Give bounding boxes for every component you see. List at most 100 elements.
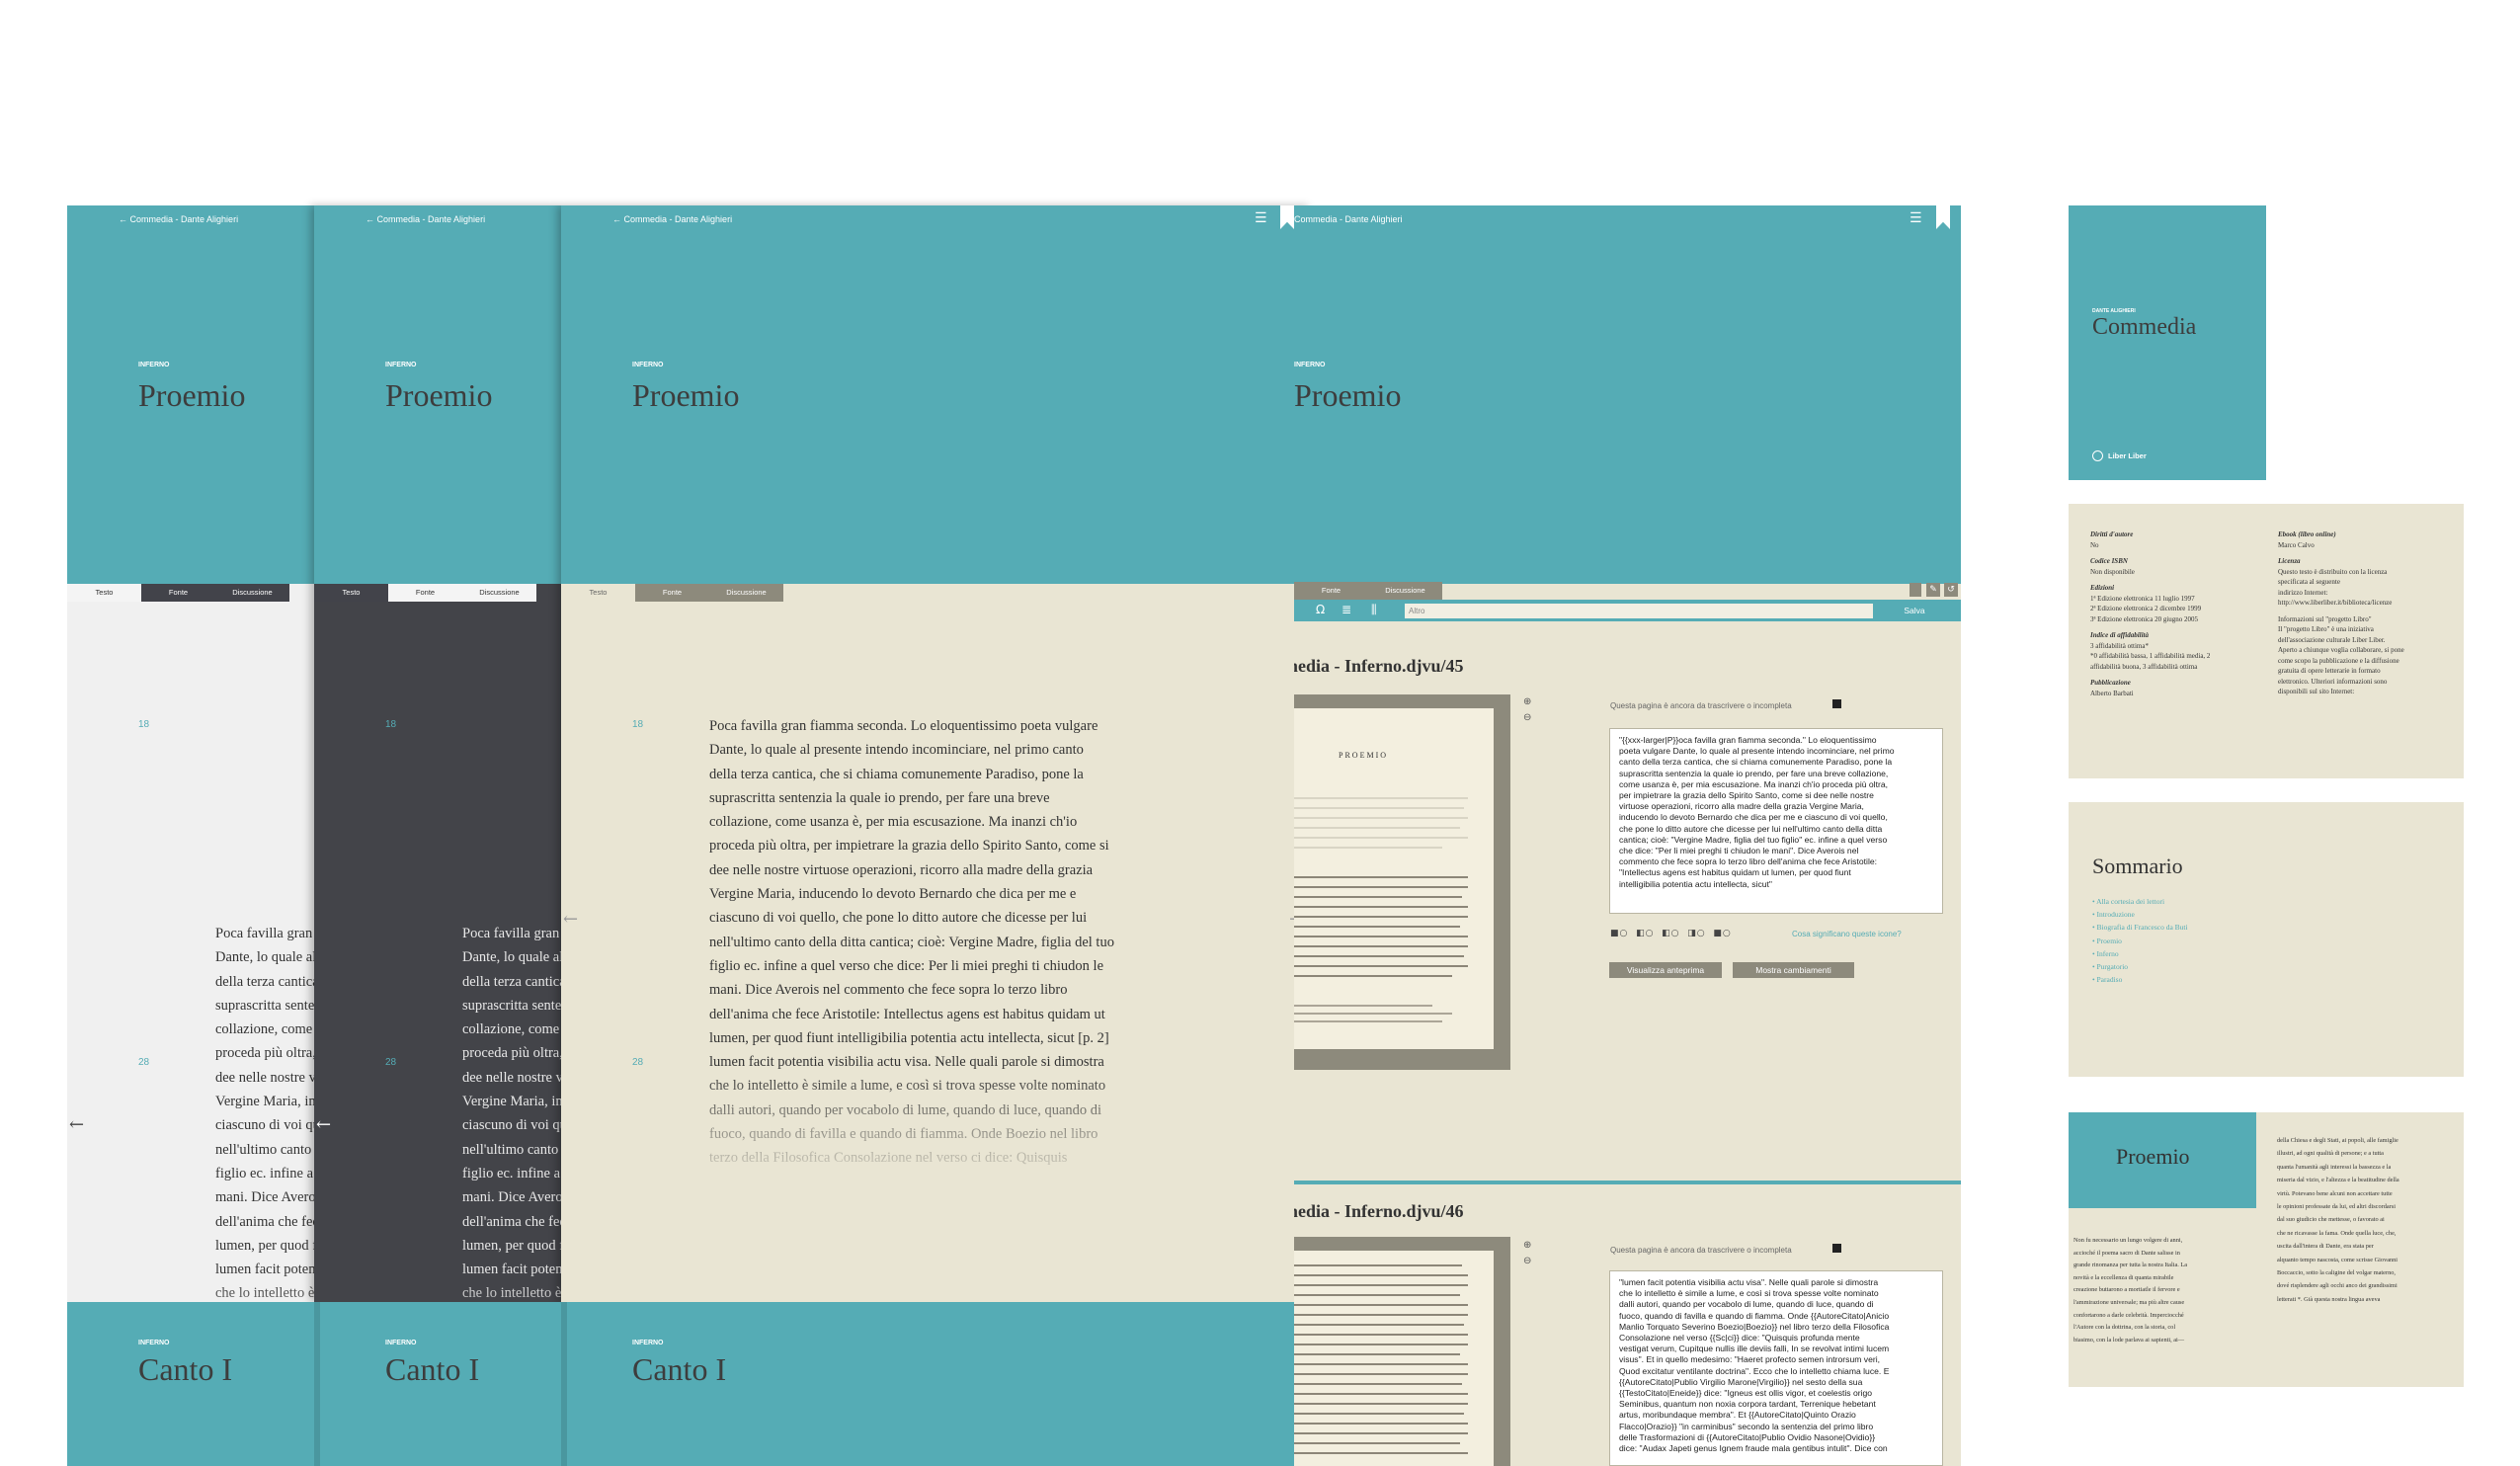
refresh-icon[interactable]: ↺	[1944, 583, 1958, 597]
paragraph-number: 18	[632, 719, 644, 730]
tab-bar: Testo Fonte Discussione	[314, 584, 536, 602]
next-chapter-title: Canto I	[138, 1351, 233, 1387]
colophon-left: Diritti d'autore No Codice ISBN Non dispon…	[2090, 529, 2258, 704]
toc-item-label[interactable]: Alla cortesia dei lettori	[2096, 897, 2164, 906]
tab-testo[interactable]: Testo	[314, 584, 388, 602]
toc-item[interactable]: • Alla cortesia dei lettori	[2092, 895, 2188, 908]
zoom-out-icon[interactable]: ⊖	[1523, 712, 1531, 723]
scan-thumbnail[interactable]: PROEMIO	[1294, 694, 1510, 1070]
breadcrumb[interactable]: Commedia - Dante Alighieri	[130, 214, 239, 224]
next-section-label: INFERNO	[138, 1340, 170, 1346]
zoom-in-icon[interactable]: ⊕	[1523, 1240, 1531, 1251]
colophon-value: Informazioni sul "progetto Libro" Il "pr…	[2278, 614, 2404, 696]
text-fade	[67, 1272, 314, 1302]
menu-icon[interactable]: ☰	[1910, 210, 1922, 226]
tab-bar: Fonte Discussione	[1294, 582, 1442, 600]
reader-panel-cream: ← Commedia - Dante Alighieri INFERNO Pro…	[561, 205, 1312, 1302]
page-separator	[1294, 1181, 1961, 1184]
tab-discussione[interactable]: Discussione	[1368, 582, 1442, 600]
chapter-title: Proemio	[632, 377, 740, 413]
status-icon[interactable]	[1832, 1244, 1841, 1253]
next-section-label: INFERNO	[632, 1340, 664, 1346]
colophon-label: Codice ISBN	[2090, 557, 2128, 565]
toc-item-label[interactable]: Proemio	[2097, 937, 2122, 945]
page-status: Questa pagina è ancora da trascrivere o …	[1610, 701, 1792, 710]
toc-item-label[interactable]: Paradiso	[2097, 975, 2123, 984]
toc-item[interactable]: • Biografia di Francesco da Buti	[2092, 921, 2188, 934]
scan-heading: PROEMIO	[1339, 751, 1389, 760]
preview-button[interactable]: Visualizza anteprima	[1609, 962, 1722, 978]
toc-item[interactable]: • Inferno	[2092, 947, 2188, 960]
save-button[interactable]: Salva	[1895, 604, 1934, 618]
menu-icon[interactable]: ☰	[1255, 210, 1267, 226]
prev-arrow-icon[interactable]: ←	[316, 1114, 331, 1135]
toc-item-label[interactable]: Introduzione	[2097, 910, 2135, 919]
tab-discussione[interactable]: Discussione	[709, 584, 783, 602]
page-title: Commedia - Inferno.djvu/46	[1294, 1201, 1464, 1221]
next-section-label: INFERNO	[385, 1340, 417, 1346]
toc-item[interactable]: • Purgatorio	[2092, 960, 2188, 973]
chapter-title: Proemio	[385, 377, 493, 413]
tab-discussione[interactable]: Discussione	[462, 584, 536, 602]
list-icon[interactable]: ≣	[1341, 603, 1351, 616]
chapter-title: Proemio	[1294, 377, 1402, 413]
tab-bar: Testo Fonte Discussione	[67, 584, 289, 602]
tab-bar: Testo Fonte Discussione	[561, 584, 783, 602]
toc-item-label[interactable]: Purgatorio	[2097, 962, 2129, 971]
toc-title: Sommario	[2092, 854, 2183, 878]
text-fade	[561, 1065, 1312, 1203]
zoom-in-icon[interactable]: ⊕	[1523, 696, 1531, 707]
prev-arrow-icon[interactable]: ←	[563, 909, 578, 930]
section-label: INFERNO	[385, 362, 417, 368]
colophon-value: Questo testo è distribuito con la licenz…	[2278, 567, 2393, 608]
publisher-logo-icon	[2092, 450, 2103, 461]
omega-icon[interactable]: Ω	[1316, 603, 1325, 616]
colophon-label: Edizioni	[2090, 584, 2115, 592]
colophon-label: Ebook (libro online)	[2278, 530, 2336, 538]
prev-arrow-icon[interactable]: ←	[69, 1114, 84, 1135]
back-link[interactable]: ← Commedia - Dante Alighieri	[119, 214, 238, 224]
zoom-out-icon[interactable]: ⊖	[1523, 1256, 1531, 1266]
tab-fonte[interactable]: Fonte	[1294, 582, 1368, 600]
icon-legend-link[interactable]: Cosa significano queste icone?	[1792, 930, 1902, 938]
colophon-value: Alberto Barbati	[2090, 689, 2134, 697]
toc-item[interactable]: • Paradiso	[2092, 973, 2188, 986]
back-link[interactable]: ← Commedia - Dante Alighieri	[366, 214, 485, 224]
reader-panel-dark: ← Commedia - Dante Alighieri INFERNO Pro…	[314, 205, 561, 1302]
toc-item-label[interactable]: Inferno	[2097, 949, 2119, 958]
tab-testo[interactable]: Testo	[561, 584, 635, 602]
next-chapter-header-dark-edge	[314, 1302, 320, 1466]
transcription-textarea[interactable]: "{{xxx-larger|P}}oca favilla gran fiamma…	[1609, 728, 1943, 914]
tab-fonte[interactable]: Fonte	[141, 584, 215, 602]
back-link[interactable]: ← Commedia - Dante Alighieri	[612, 214, 732, 224]
page-status: Questa pagina è ancora da trascrivere o …	[1610, 1246, 1792, 1255]
transcription-textarea[interactable]: "lumen facit potentia visibilia actu vis…	[1609, 1270, 1943, 1466]
tab-fonte[interactable]: Fonte	[388, 584, 462, 602]
colophon-label: Diritti d'autore	[2090, 530, 2134, 538]
scan-thumbnail[interactable]	[1294, 1237, 1510, 1466]
quality-radio-group[interactable]: ■○ ◧○ ◧○ ◨○ ■○	[1610, 929, 1732, 938]
trash-icon[interactable]	[1910, 583, 1921, 597]
toc-item-label[interactable]: Biografia di Francesco da Buti	[2097, 923, 2188, 932]
toc-item[interactable]: • Introduzione	[2092, 908, 2188, 921]
colophon-card: Diritti d'autore No Codice ISBN Non dispon…	[2069, 504, 2464, 778]
tab-fonte[interactable]: Fonte	[635, 584, 709, 602]
colophon-value: 3 affidabilità ottima* *0 affidabilità b…	[2090, 641, 2211, 671]
tab-discussione[interactable]: Discussione	[215, 584, 289, 602]
section-label: INFERNO	[632, 362, 664, 368]
breadcrumb[interactable]: Commedia - Dante Alighieri	[377, 214, 486, 224]
status-icon[interactable]	[1832, 699, 1841, 708]
breadcrumb[interactable]: Commedia - Dante Alighieri	[624, 214, 733, 224]
source-editor-panel: Commedia - Dante Alighieri INFERNO Proem…	[1294, 205, 1961, 1466]
summary-input[interactable]: Altro	[1405, 604, 1873, 618]
proemio-right-text: della Chiesa e degli Stati, ai popoli, a…	[2277, 1137, 2399, 1303]
show-changes-button[interactable]: Mostra cambiamenti	[1733, 962, 1854, 978]
colophon-label: Pubblicazione	[2090, 679, 2131, 687]
proemio-left-text: Non fu necessario un lungo volgere di an…	[2073, 1237, 2188, 1344]
edit-icon[interactable]: ✎	[1926, 583, 1940, 597]
columns-icon[interactable]: ⫼	[1371, 603, 1377, 617]
tab-testo[interactable]: Testo	[67, 584, 141, 602]
book-cover[interactable]: DANTE ALIGHIERI Commedia Liber Liber	[2069, 205, 2266, 480]
toc-item[interactable]: • Proemio	[2092, 935, 2188, 947]
breadcrumb[interactable]: Commedia - Dante Alighieri	[1294, 214, 1403, 224]
